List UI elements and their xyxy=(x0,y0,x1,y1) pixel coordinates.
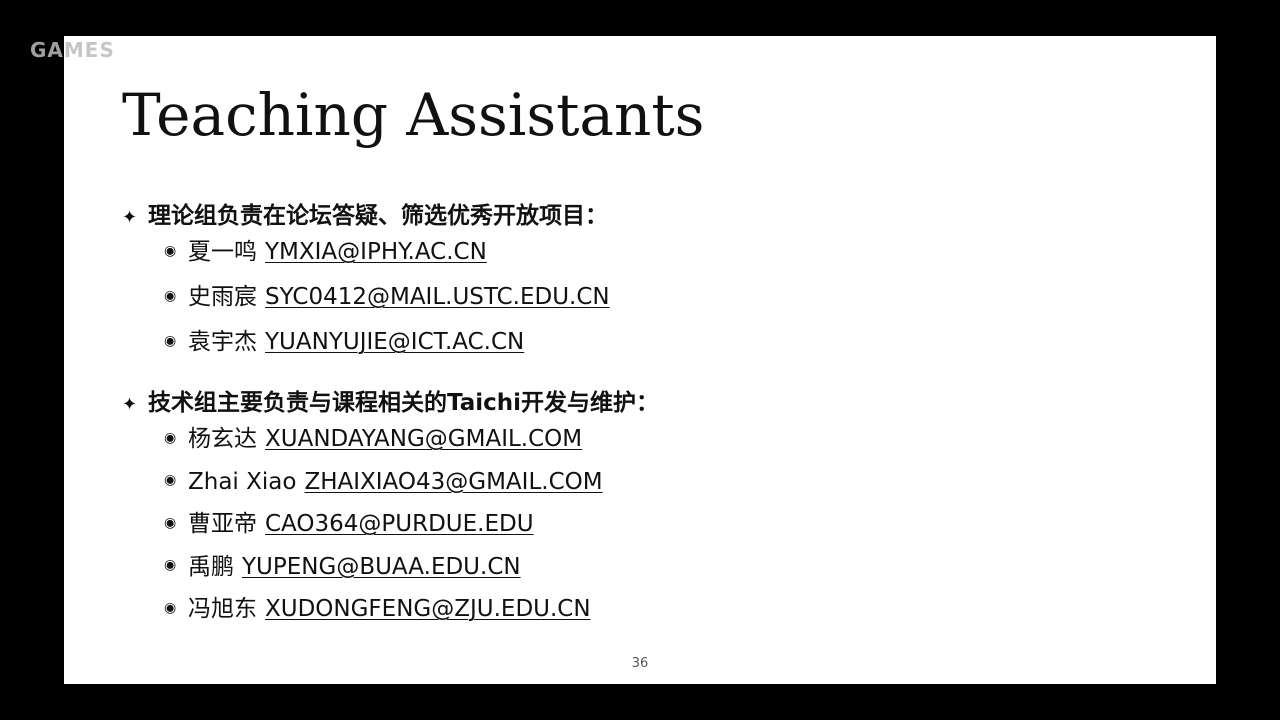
ta-email-link[interactable]: ZHAIXIAO43@GMAIL.COM xyxy=(304,469,602,495)
list-item: ◉ 史雨宸 SYC0412@MAIL.USTC.EDU.CN xyxy=(164,282,610,313)
radio-bullet-icon: ◉ xyxy=(164,472,177,488)
ta-email-link[interactable]: YUANYUJIE@ICT.AC.CN xyxy=(265,329,524,355)
ta-email-link[interactable]: XUDONGFENG@ZJU.EDU.CN xyxy=(265,596,591,622)
tech-ta-list: ◉ 杨玄达 XUANDAYANG@GMAIL.COM ◉ Zhai Xiao ZHAIX… xyxy=(164,424,603,637)
list-item: ◉ 冯旭东 XUDONGFENG@ZJU.EDU.CN xyxy=(164,594,603,625)
radio-bullet-icon: ◉ xyxy=(164,599,177,616)
ta-name: 夏一鸣 xyxy=(188,239,257,265)
ta-email-link[interactable]: CAO364@PURDUE.EDU xyxy=(265,511,534,537)
ta-name: 冯旭东 xyxy=(188,596,257,622)
ta-name: 禹鹏 xyxy=(188,553,234,580)
four-point-star-icon: ✦ xyxy=(122,394,138,415)
section-heading-theory: ✦ 理论组负责在论坛答疑、筛选优秀开放项目： xyxy=(122,196,608,230)
list-item: ◉ 杨玄达 XUANDAYANG@GMAIL.COM xyxy=(164,424,603,455)
radio-bullet-icon: ◉ xyxy=(164,287,177,304)
slide-title: Teaching Assistants xyxy=(122,81,705,149)
ta-email-link[interactable]: SYC0412@MAIL.USTC.EDU.CN xyxy=(265,284,610,310)
list-item: ◉ 袁宇杰 YUANYUJIE@ICT.AC.CN xyxy=(164,327,610,358)
ta-email-link[interactable]: XUANDAYANG@GMAIL.COM xyxy=(265,426,582,452)
radio-bullet-icon: ◉ xyxy=(164,242,177,259)
section-heading-tech: ✦ 技术组主要负责与课程相关的Taichi开发与维护： xyxy=(122,383,659,417)
radio-bullet-icon: ◉ xyxy=(164,514,177,531)
ta-name: 史雨宸 xyxy=(188,284,257,310)
radio-bullet-icon: ◉ xyxy=(164,429,177,446)
ta-email-link[interactable]: YUPENG@BUAA.EDU.CN xyxy=(242,554,521,580)
ta-email-link[interactable]: YMXIA@IPHY.AC.CN xyxy=(265,239,487,265)
radio-bullet-icon: ◉ xyxy=(164,557,177,573)
ta-name: Zhai Xiao xyxy=(188,468,297,495)
theory-ta-list: ◉ 夏一鸣 YMXIA@IPHY.AC.CN ◉ 史雨宸 SYC0412@MAIL.US… xyxy=(164,237,610,372)
channel-watermark: GAMES xyxy=(30,38,115,62)
slide-page-number: 36 xyxy=(631,656,649,671)
presentation-slide: Teaching Assistants ✦ 理论组负责在论坛答疑、筛选优秀开放项目… xyxy=(64,36,1216,684)
list-item: ◉ 夏一鸣 YMXIA@IPHY.AC.CN xyxy=(164,237,610,268)
ta-name: 袁宇杰 xyxy=(188,329,257,355)
ta-name: 曹亚帝 xyxy=(188,511,257,537)
list-item: ◉ 曹亚帝 CAO364@PURDUE.EDU xyxy=(164,509,603,540)
section-heading-text: 技术组主要负责与课程相关的Taichi开发与维护： xyxy=(148,390,660,416)
list-item: ◉ 禹鹏 YUPENG@BUAA.EDU.CN xyxy=(164,552,603,583)
radio-bullet-icon: ◉ xyxy=(164,332,177,349)
ta-name: 杨玄达 xyxy=(188,426,257,452)
four-point-star-icon: ✦ xyxy=(122,207,138,228)
list-item: ◉ Zhai Xiao ZHAIXIAO43@GMAIL.COM xyxy=(164,467,603,498)
section-heading-text: 理论组负责在论坛答疑、筛选优秀开放项目： xyxy=(148,203,608,229)
